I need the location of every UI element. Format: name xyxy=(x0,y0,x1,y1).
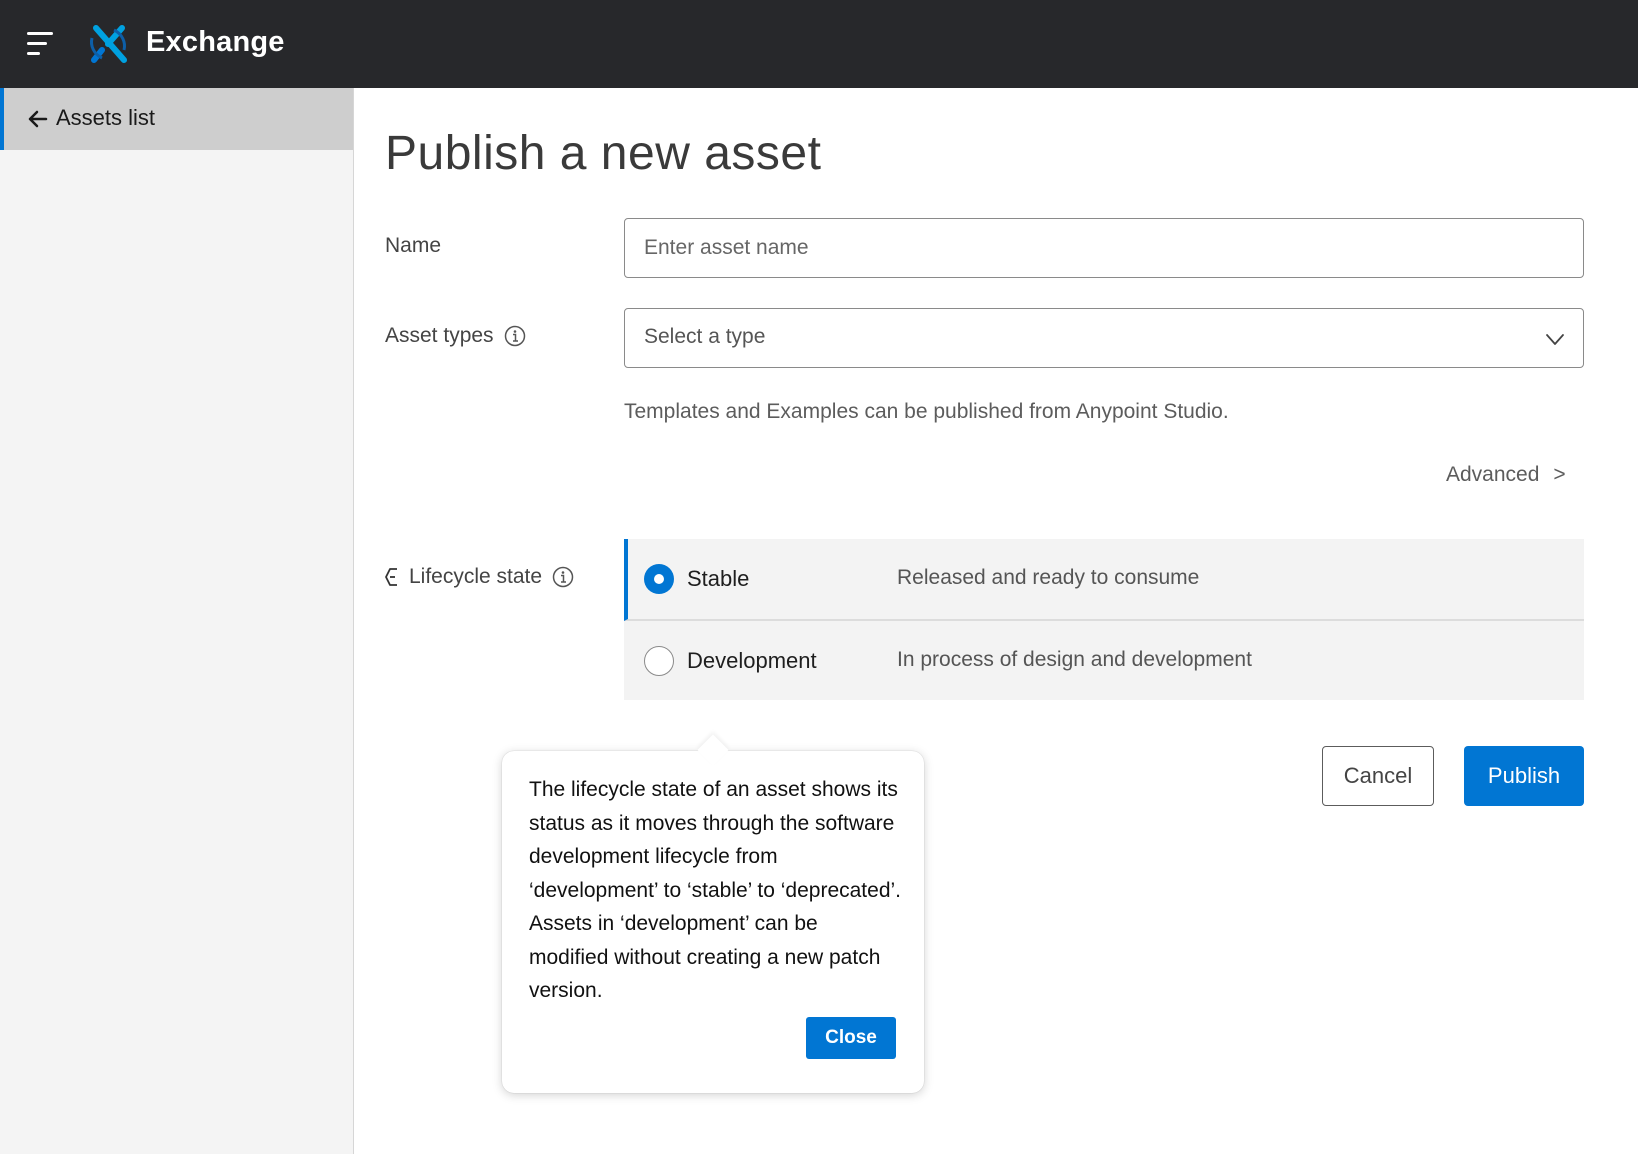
publish-button[interactable]: Publish xyxy=(1464,746,1584,806)
lifecycle-option-description: In process of design and development xyxy=(897,647,1252,671)
asset-name-input[interactable] xyxy=(624,218,1584,278)
popover-arrow xyxy=(697,734,729,766)
lifecycle-info-popover: The lifecycle state of an asset shows it… xyxy=(502,734,924,1093)
lifecycle-option-label: Stable xyxy=(687,566,750,591)
advanced-label: Advanced xyxy=(1446,463,1540,486)
lifecycle-state-label: Lifecycle state xyxy=(383,565,574,589)
top-navigation-bar: Exchange xyxy=(0,0,1638,88)
chevron-right-icon: > xyxy=(1553,463,1566,486)
chevron-down-icon xyxy=(1546,334,1564,345)
cancel-button[interactable]: Cancel xyxy=(1322,746,1434,806)
sidebar-item-assets-list[interactable]: Assets list xyxy=(0,88,353,150)
info-icon[interactable] xyxy=(504,325,526,347)
asset-type-selected-value: Select a type xyxy=(644,325,766,348)
asset-types-label: Asset types xyxy=(385,324,526,348)
exchange-logo-icon xyxy=(90,25,127,63)
asset-types-label-text: Asset types xyxy=(385,324,494,347)
lifecycle-option-development[interactable]: Development In process of design and dev… xyxy=(624,621,1584,700)
advanced-link[interactable]: Advanced > xyxy=(1446,463,1566,487)
sidebar-item-label: Assets list xyxy=(56,105,156,130)
arrow-left-icon xyxy=(28,110,48,128)
lifecycle-state-label-text: Lifecycle state xyxy=(409,565,543,588)
radio-unselected-icon[interactable] xyxy=(644,645,674,676)
hamburger-menu-icon[interactable] xyxy=(24,28,56,60)
info-icon[interactable] xyxy=(552,566,574,588)
lifecycle-icon xyxy=(385,568,397,586)
name-label-text: Name xyxy=(385,234,442,257)
app-title: Exchange xyxy=(146,26,285,58)
asset-type-select[interactable]: Select a type xyxy=(624,308,1584,368)
lifecycle-option-stable[interactable]: Stable Released and ready to consume xyxy=(624,539,1584,621)
close-button[interactable]: Close xyxy=(806,1017,896,1059)
lifecycle-option-label: Development xyxy=(687,647,817,673)
asset-types-helper-text: Templates and Examples can be published … xyxy=(624,400,1229,423)
popover-text: The lifecycle state of an asset shows it… xyxy=(529,778,902,1002)
name-label: Name xyxy=(385,234,441,258)
lifecycle-option-description: Released and ready to consume xyxy=(897,566,1200,589)
radio-selected-icon[interactable] xyxy=(644,564,674,594)
page-title: Publish a new asset xyxy=(385,127,822,180)
sidebar: Assets list xyxy=(0,88,354,1154)
